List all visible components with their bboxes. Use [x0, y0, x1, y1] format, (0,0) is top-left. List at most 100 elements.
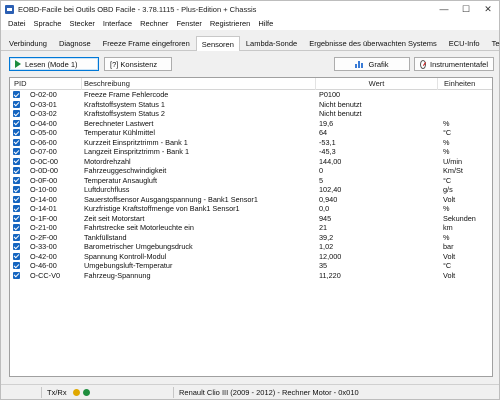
table-row[interactable]: O-42-00 Spannung Kontroll-Modul 12,000 Volt: [10, 252, 492, 262]
maximize-button[interactable]: ☐: [455, 1, 477, 17]
table-row[interactable]: O-0D-00 Fahrzeuggeschwindigkeit 0 Km/St: [10, 166, 492, 176]
tab-ergebnisse[interactable]: Ergebnisse des überwachten Systems: [303, 36, 443, 50]
close-button[interactable]: ✕: [477, 1, 499, 17]
menu-rechner[interactable]: Rechner: [136, 19, 172, 28]
table-row[interactable]: O-46-00 Umgebungsluft-Temperatur 35 °C: [10, 261, 492, 271]
row-checkbox[interactable]: [13, 129, 20, 136]
table-row[interactable]: O-CC-V0 Fahrzeug-Spannung 11,220 Volt: [10, 271, 492, 281]
row-checkbox[interactable]: [13, 91, 20, 98]
pid-cell: O-05-00: [30, 128, 57, 137]
row-checkbox[interactable]: [13, 252, 20, 260]
table-row[interactable]: O-0C-00 Motordrehzahl 144,00 U/min: [10, 157, 492, 167]
table-row[interactable]: O-02-00 Freeze Frame Fehlercode P0100: [10, 90, 492, 100]
col-header-pid[interactable]: PID: [10, 78, 82, 90]
table-row[interactable]: O-14-00 Sauerstoffsensor Ausgangspannung …: [10, 195, 492, 205]
tab-freeze-frame[interactable]: Freeze Frame eingefroren: [97, 36, 196, 50]
row-checkbox[interactable]: [13, 205, 20, 212]
description-cell: Motordrehzahl: [84, 156, 131, 166]
col-header-description[interactable]: Beschreibung: [82, 78, 316, 90]
tab-verbindung[interactable]: Verbindung: [3, 36, 53, 50]
row-checkbox[interactable]: [13, 167, 20, 174]
row-checkbox[interactable]: [13, 262, 20, 269]
row-checkbox[interactable]: [13, 176, 20, 184]
table-row[interactable]: O-07-00 Langzeit Einspritztrimm - Bank 1 -…: [10, 147, 492, 157]
menu-datei[interactable]: Datei: [4, 19, 30, 28]
row-checkbox[interactable]: [13, 138, 20, 146]
read-mode1-button[interactable]: Lesen (Mode 1): [9, 57, 99, 71]
value-cell: 0: [319, 166, 324, 175]
table-row[interactable]: O-10-00 Luftdurchfluss 102,40 g/s: [10, 185, 492, 195]
pid-cell: O-CC-V0: [30, 270, 60, 280]
status-separator: [41, 387, 42, 398]
col-header-unit[interactable]: Einheiten: [438, 78, 492, 90]
rx-led-icon: [83, 388, 90, 396]
pid-cell: O-07-00: [30, 147, 57, 156]
pid-cell: O-2F-00: [30, 232, 58, 242]
menu-registrieren[interactable]: Registrieren: [206, 19, 254, 28]
menu-hilfe[interactable]: Hilfe: [254, 19, 277, 28]
tab-sensoren[interactable]: Sensoren: [195, 36, 240, 51]
row-checkbox[interactable]: [13, 224, 20, 231]
unit-cell: Sekunden: [443, 213, 476, 223]
table-row[interactable]: O-03-01 Kraftstoffsystem Status 1 Nicht be…: [10, 100, 492, 110]
row-checkbox[interactable]: [13, 119, 20, 127]
row-checkbox[interactable]: [13, 148, 20, 155]
table-row[interactable]: O-0F-00 Temperatur Ansaugluft 5 °C: [10, 176, 492, 186]
value-cell: 102,40: [319, 185, 342, 194]
tab-diagnose[interactable]: Diagnose: [53, 36, 97, 50]
chart-icon: [355, 60, 364, 68]
unit-cell: %: [443, 137, 450, 147]
unit-cell: °C: [443, 261, 452, 270]
row-checkbox[interactable]: [13, 233, 20, 241]
row-checkbox[interactable]: [13, 157, 20, 165]
table-row[interactable]: O-14-01 Kurzfristige Kraftstoffmenge von …: [10, 204, 492, 214]
table-row[interactable]: O-1F-00 Zeit seit Motorstart 945 Sekunden: [10, 214, 492, 224]
table-row[interactable]: O-05-00 Temperatur Kühlmittel 64 °C: [10, 128, 492, 138]
menu-sprache[interactable]: Sprache: [30, 19, 66, 28]
row-checkbox[interactable]: [13, 243, 20, 250]
row-checkbox[interactable]: [13, 100, 20, 108]
description-cell: Umgebungsluft-Temperatur: [84, 261, 173, 270]
tab-ecu-info[interactable]: ECU-Info: [443, 36, 486, 50]
col-header-value[interactable]: Wert: [316, 78, 438, 90]
table-row[interactable]: O-03-02 Kraftstoffsystem Status 2 Nicht be…: [10, 109, 492, 119]
value-cell: 39,2: [319, 232, 334, 242]
status-separator: [173, 387, 174, 398]
value-cell: Nicht benutzt: [319, 99, 362, 109]
description-cell: Fahrtstrecke seit Motorleuchte ein: [84, 223, 194, 232]
description-cell: Sauerstoffsensor Ausgangspannung - Bank1…: [84, 194, 258, 204]
title-bar: EOBD-Facile bei Outils OBD Facile - 3.78…: [1, 1, 499, 17]
chart-button[interactable]: Grafik: [334, 57, 410, 71]
menu-stecker[interactable]: Stecker: [65, 19, 98, 28]
table-row[interactable]: O-06-00 Kurzzeit Einspritztrimm - Bank 1 -…: [10, 138, 492, 148]
unit-cell: [443, 109, 492, 119]
value-cell: 1,02: [319, 242, 334, 251]
description-cell: Luftdurchfluss: [84, 185, 130, 194]
dashboard-button[interactable]: Instrumententafel: [414, 57, 494, 71]
table-row[interactable]: O-33-00 Barometrischer Umgebungsdruck 1,02…: [10, 242, 492, 252]
tab-terminal[interactable]: Terminal: [486, 36, 500, 50]
minimize-button[interactable]: —: [433, 1, 455, 17]
description-cell: Freeze Frame Fehlercode: [84, 90, 169, 99]
tab-lambda-sonde[interactable]: Lambda-Sonde: [240, 36, 303, 50]
value-cell: 35: [319, 261, 328, 270]
description-cell: Fahrzeug-Spannung: [84, 270, 151, 280]
consistency-button[interactable]: [?] Konsistenz: [104, 57, 172, 71]
row-checkbox[interactable]: [13, 110, 20, 117]
row-checkbox[interactable]: [13, 214, 20, 222]
menu-fenster[interactable]: Fenster: [172, 19, 205, 28]
unit-cell: %: [443, 147, 450, 156]
value-cell: 945: [319, 213, 332, 223]
row-checkbox[interactable]: [13, 195, 20, 203]
row-checkbox[interactable]: [13, 271, 20, 279]
unit-cell: g/s: [443, 185, 453, 194]
value-cell: 0,940: [319, 194, 338, 204]
value-cell: -45,3: [319, 147, 336, 156]
value-cell: P0100: [319, 90, 341, 99]
row-checkbox[interactable]: [13, 186, 20, 193]
table-row[interactable]: O-2F-00 Tankfüllstand 39,2%: [10, 233, 492, 243]
menu-interface[interactable]: Interface: [99, 19, 136, 28]
pid-cell: O-42-00: [30, 251, 57, 261]
table-row[interactable]: O-21-00 Fahrtstrecke seit Motorleuchte ei…: [10, 223, 492, 233]
table-row[interactable]: O-04-00 Berechneter Lastwert 19,6%: [10, 119, 492, 129]
